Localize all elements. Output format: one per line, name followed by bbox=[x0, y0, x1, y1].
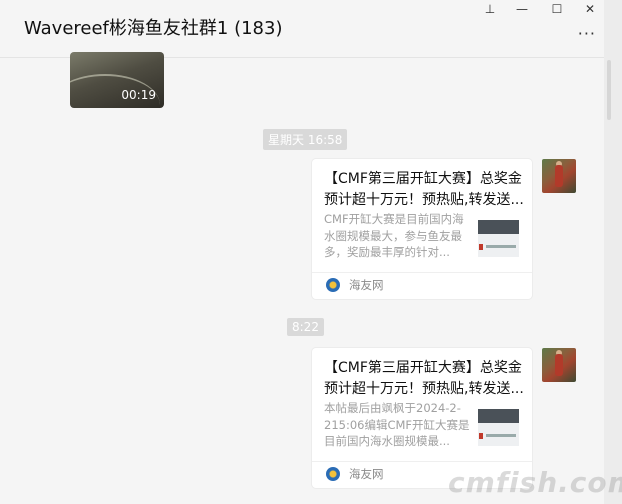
watermark: cmfish.com bbox=[448, 466, 622, 499]
pin-icon[interactable]: ⊥ bbox=[476, 0, 504, 18]
card-thumbnail bbox=[478, 220, 519, 257]
timestamp: 星期天 16:58 bbox=[263, 129, 348, 150]
link-card[interactable]: 【CMF第三届开缸大赛】总奖金预计超十万元！预热贴,转发送... CMF开缸大赛… bbox=[312, 159, 532, 299]
card-source: 海友网 bbox=[349, 467, 384, 481]
card-description: 本帖最后由飒枫于2024-2-215:06编辑CMF开缸大赛是目前国内海水圈规模… bbox=[324, 401, 470, 448]
maximize-button[interactable]: ☐ bbox=[543, 0, 571, 18]
timestamp: 8:22 bbox=[287, 318, 324, 336]
card-divider bbox=[312, 461, 532, 462]
source-logo-icon bbox=[326, 278, 340, 292]
chat-title: Wavereef彬海鱼友社群1 (183) bbox=[24, 18, 283, 39]
card-title: 【CMF第三届开缸大赛】总奖金预计超十万元！预热贴,转发送... bbox=[324, 171, 524, 208]
card-title: 【CMF第三届开缸大赛】总奖金预计超十万元！预热贴,转发送... bbox=[324, 360, 524, 397]
minimize-button[interactable]: — bbox=[508, 0, 536, 18]
close-button[interactable]: ✕ bbox=[576, 0, 604, 18]
video-message[interactable]: 00:19 bbox=[70, 52, 164, 108]
card-thumbnail bbox=[478, 409, 519, 446]
card-description: CMF开缸大赛是目前国内海水圈规模最大，参与鱼友最多，奖励最丰厚的针对... bbox=[324, 212, 464, 259]
source-logo-icon bbox=[326, 467, 340, 481]
more-options-icon[interactable]: ··· bbox=[578, 24, 596, 43]
avatar[interactable] bbox=[542, 348, 576, 382]
card-divider bbox=[312, 272, 532, 273]
video-duration: 00:19 bbox=[121, 88, 156, 102]
avatar[interactable] bbox=[542, 159, 576, 193]
scrollbar[interactable] bbox=[607, 60, 611, 120]
title-bar: Wavereef彬海鱼友社群1 (183) ⊥ — ☐ ✕ ··· bbox=[0, 0, 604, 58]
card-source: 海友网 bbox=[349, 278, 384, 292]
